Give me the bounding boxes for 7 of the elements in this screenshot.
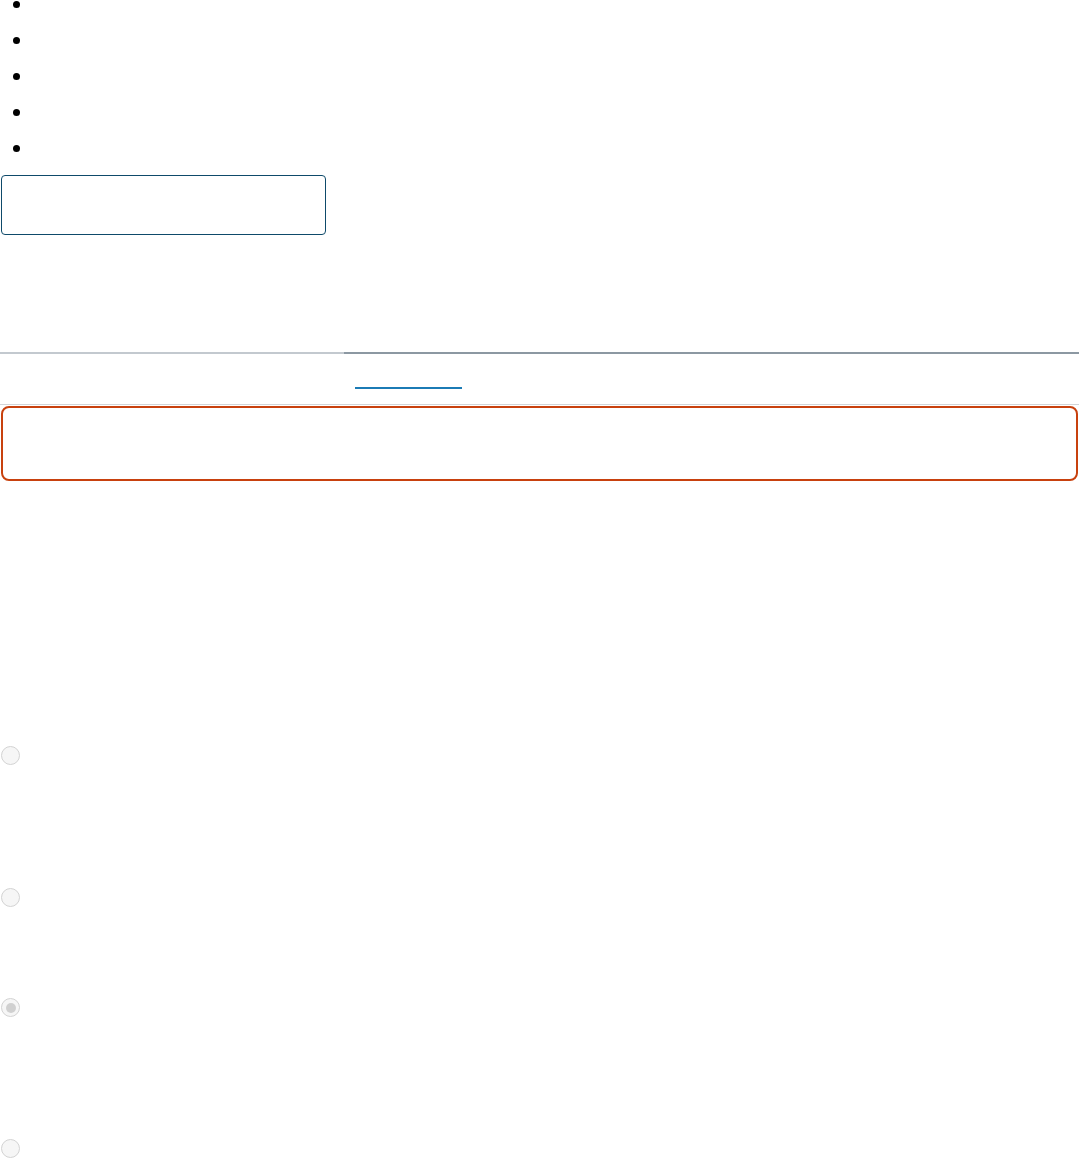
link-underline[interactable] <box>355 387 462 389</box>
bullet-icon <box>13 72 20 80</box>
input-field[interactable] <box>1 175 326 235</box>
bullet-icon <box>13 0 20 8</box>
bullet-icon <box>13 108 20 116</box>
bullet-icon <box>13 144 20 152</box>
bullet-icon <box>13 36 20 44</box>
